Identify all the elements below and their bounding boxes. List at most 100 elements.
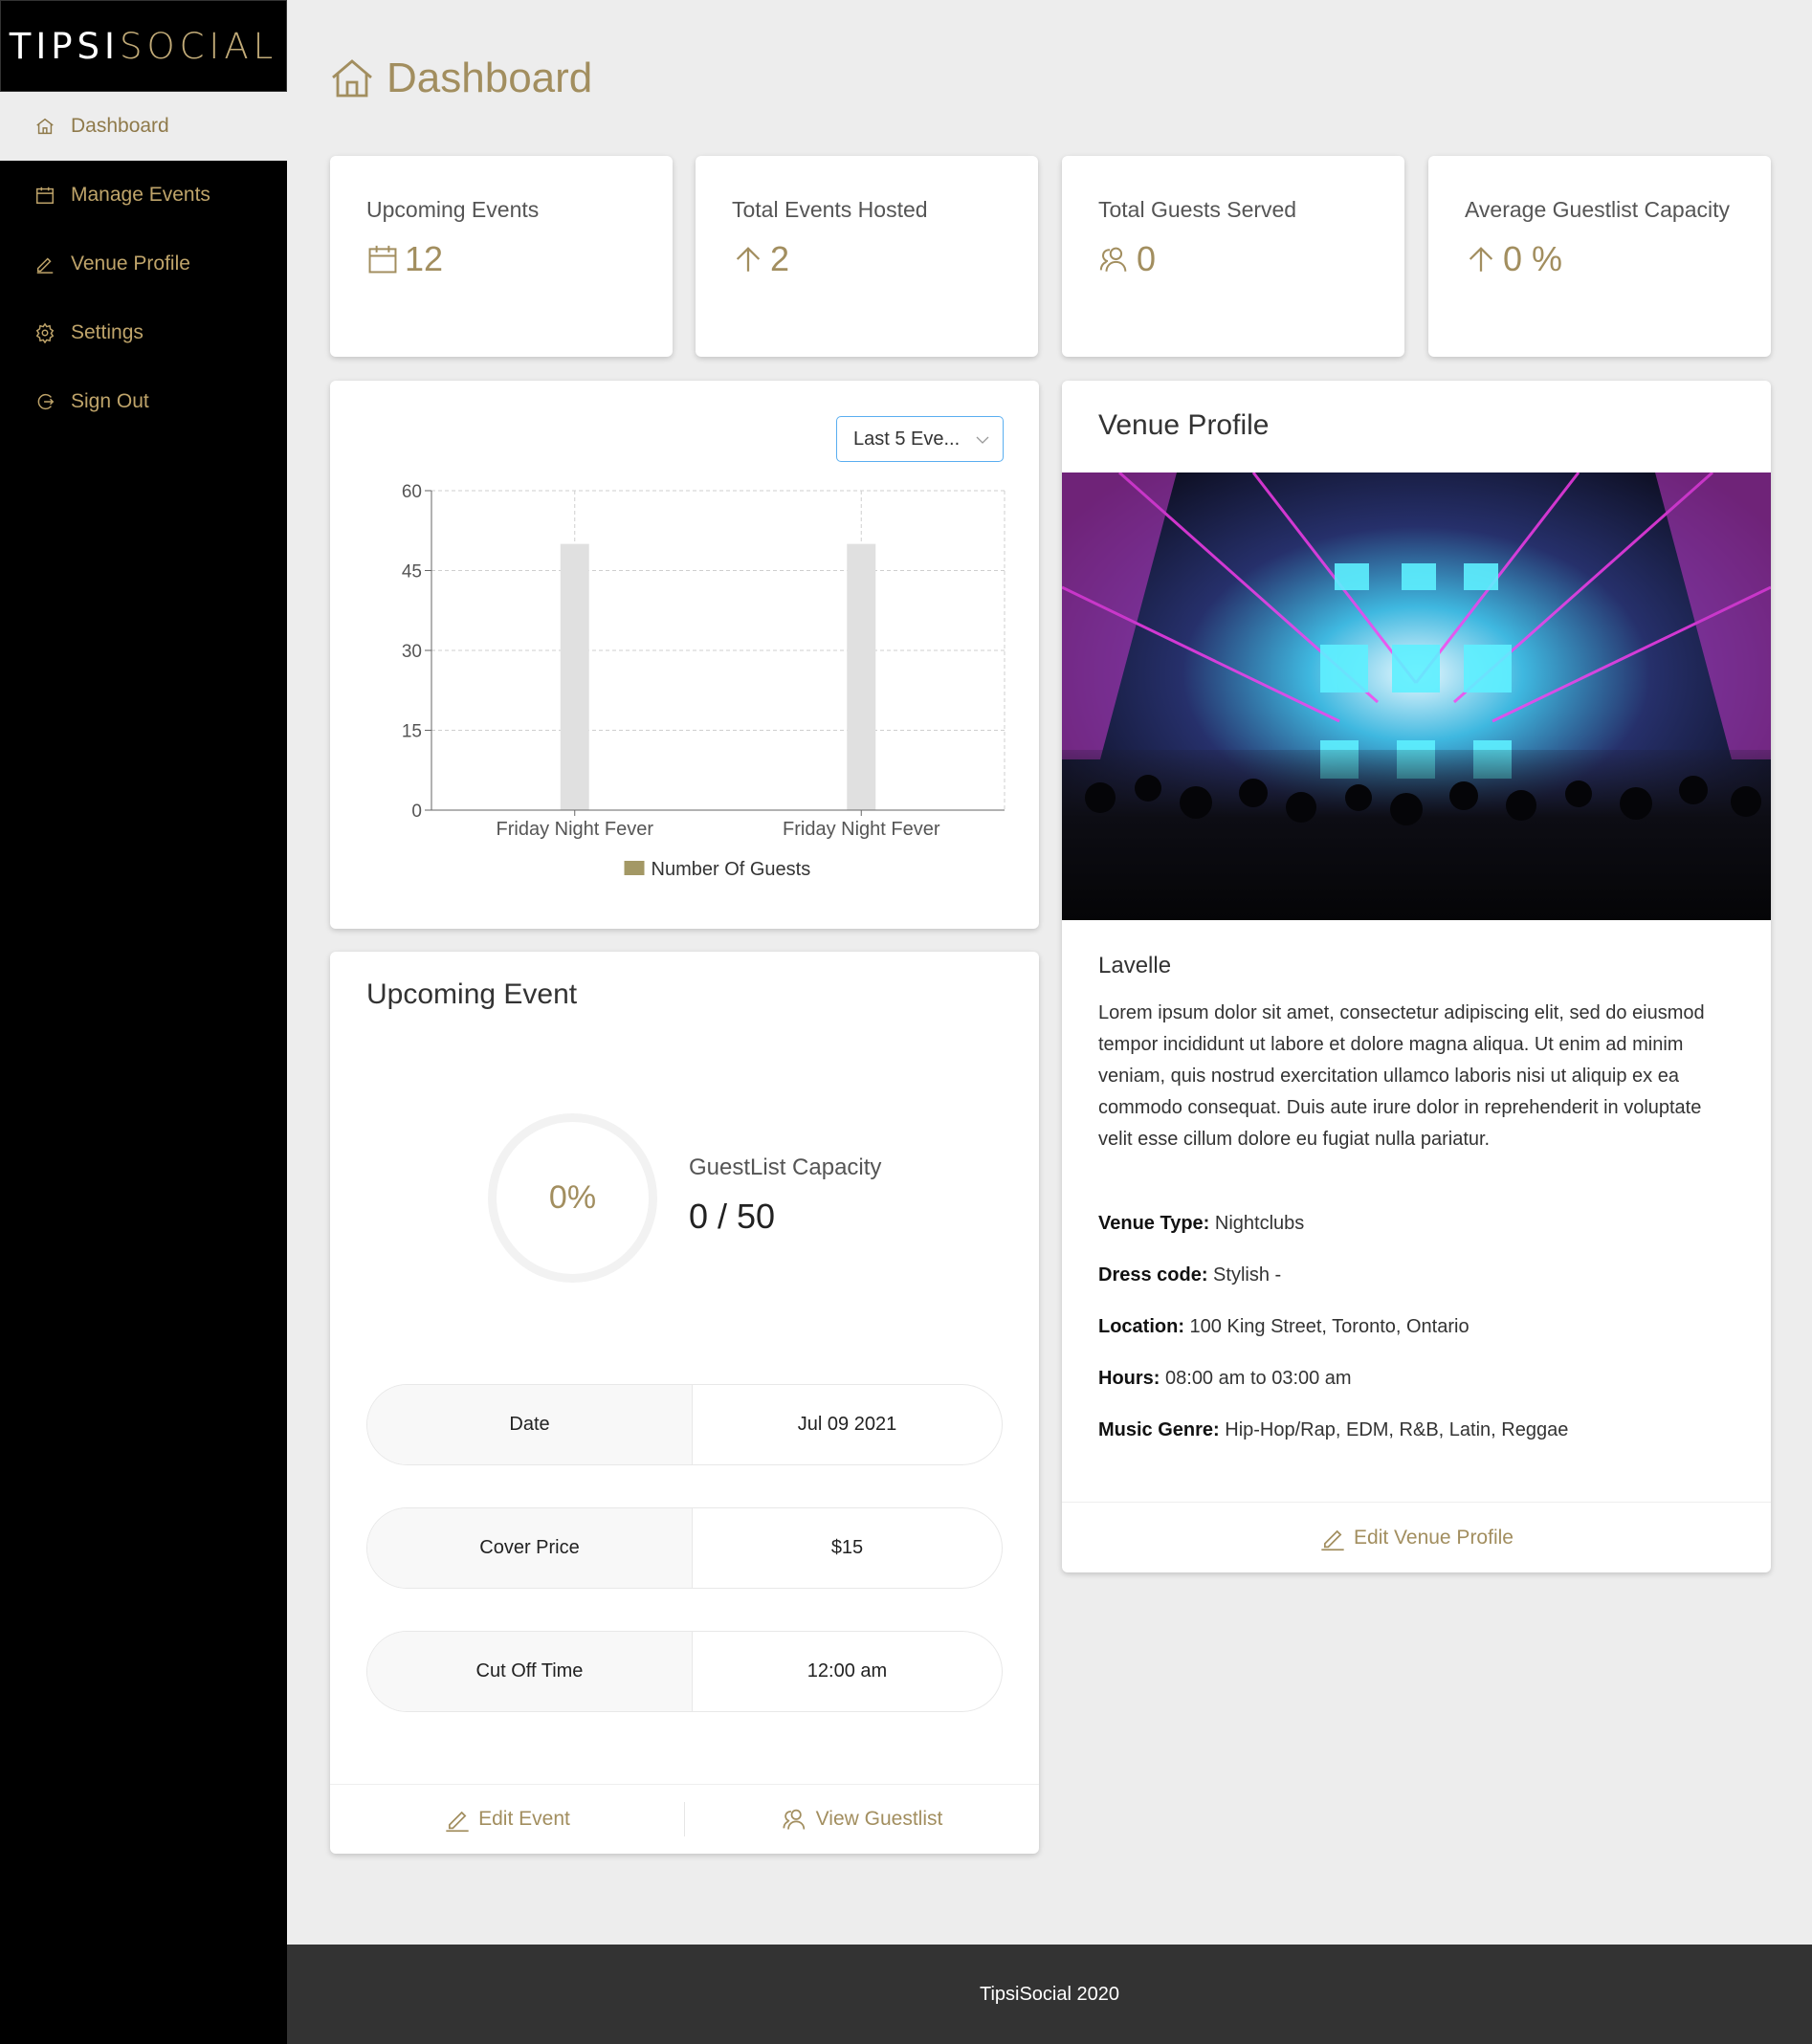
page-title-text: Dashboard: [387, 55, 593, 101]
capacity-label: GuestList Capacity: [689, 1154, 882, 1180]
row-value: $15: [830, 1537, 864, 1558]
legend-swatch: [624, 861, 645, 875]
gear-icon: [35, 322, 55, 343]
y-tick-label: 30: [402, 642, 422, 662]
stat-value: 2: [770, 239, 790, 278]
users-icon: [783, 1809, 805, 1830]
brand-logo-part2: SOCIAL: [119, 25, 278, 67]
capacity-progress-ring: 0%: [485, 1110, 660, 1286]
stat-value-row: 0 %: [1465, 239, 1735, 279]
stat-value-row: 0: [1098, 239, 1368, 279]
venue-photo: [1062, 473, 1771, 920]
stat-label: Average Guestlist Capacity: [1465, 197, 1730, 222]
field-value: Stylish -: [1207, 1264, 1282, 1286]
upcoming-event-card: Upcoming Event 0% GuestList Capacity 0 /…: [330, 952, 1039, 1854]
field-value: 08:00 am to 03:00 am: [1160, 1368, 1352, 1389]
sidebar-item-dashboard[interactable]: Dashboard: [0, 92, 287, 161]
view-guestlist-button[interactable]: View Guestlist: [685, 1785, 1039, 1854]
card-title: Venue Profile: [1098, 409, 1270, 441]
row-value: Jul 09 2021: [797, 1414, 897, 1435]
calendar-icon: [368, 245, 397, 274]
footer: TipsiSocial 2020: [287, 1945, 1812, 2044]
field-key: Hours:: [1098, 1368, 1160, 1389]
venue-dress-code-field: Dress code: Stylish -: [1098, 1264, 1281, 1286]
y-tick-label: 45: [402, 562, 422, 582]
row-key: Cover Price: [367, 1508, 693, 1588]
pencil-icon: [36, 257, 54, 274]
stat-label: Upcoming Events: [366, 197, 540, 222]
field-value: Nightclubs: [1209, 1213, 1305, 1234]
brand-logo-part1: TIPSI: [9, 25, 120, 67]
field-key: Location:: [1098, 1316, 1184, 1337]
x-tick-label: Friday Night Fever: [783, 819, 940, 840]
main-content: Dashboard Upcoming Events 12 Total Event…: [287, 0, 1812, 1945]
arrow-up-icon: [736, 247, 761, 272]
stat-card-upcoming-events: Upcoming Events 12: [330, 156, 673, 357]
legend-label: Number Of Guests: [652, 859, 811, 880]
sidebar-item-settings[interactable]: Settings: [0, 298, 287, 367]
brand-logo[interactable]: TIPSI SOCIAL: [0, 0, 287, 92]
sidebar-item-venue-profile[interactable]: Venue Profile: [0, 230, 287, 298]
stat-value: 12: [405, 239, 444, 278]
edit-event-button[interactable]: Edit Event: [330, 1785, 684, 1854]
calendar-icon: [36, 187, 54, 204]
stat-card-total-events-hosted: Total Events Hosted 2: [696, 156, 1038, 357]
sidebar: TIPSI SOCIAL Dashboard Manage Events Venu…: [0, 0, 287, 2044]
chart-bar: [560, 543, 589, 810]
stat-label: Total Guests Served: [1098, 197, 1297, 222]
edit-event-label: Edit Event: [478, 1808, 570, 1830]
home-icon: [36, 118, 54, 135]
sidebar-item-label: Dashboard: [71, 115, 169, 137]
stat-value: 0: [1137, 239, 1157, 278]
event-cover-price-row: Cover Price $15: [366, 1507, 1003, 1589]
y-tick-label: 0: [411, 802, 422, 822]
field-value: 100 King Street, Toronto, Ontario: [1184, 1316, 1469, 1337]
field-key: Music Genre:: [1098, 1419, 1220, 1440]
view-guestlist-label: View Guestlist: [815, 1808, 943, 1830]
y-tick-label: 15: [402, 722, 422, 742]
signout-icon: [37, 393, 55, 410]
home-icon: [332, 59, 372, 98]
card-title: Upcoming Event: [366, 978, 578, 1010]
sidebar-item-label: Settings: [71, 321, 144, 343]
edit-venue-profile-label: Edit Venue Profile: [1354, 1526, 1514, 1549]
venue-name: Lavelle: [1098, 953, 1172, 978]
chevron-down-icon: [976, 436, 989, 444]
stat-card-total-guests-served: Total Guests Served 0: [1062, 156, 1404, 357]
stat-value: 0 %: [1503, 239, 1563, 278]
progress-percent: 0%: [548, 1179, 597, 1216]
event-cutoff-time-row: Cut Off Time 12:00 am: [366, 1631, 1003, 1712]
row-key: Cut Off Time: [367, 1632, 693, 1711]
sidebar-item-sign-out[interactable]: Sign Out: [0, 367, 287, 436]
venue-description: Lorem ipsum dolor sit amet, consectetur …: [1098, 1002, 1705, 1150]
venue-location-field: Location: 100 King Street, Toronto, Onta…: [1098, 1316, 1469, 1338]
venue-type-field: Venue Type: Nightclubs: [1098, 1213, 1304, 1235]
y-tick-label: 60: [402, 482, 422, 502]
sidebar-item-label: Manage Events: [71, 184, 210, 206]
page-title: Dashboard: [329, 50, 592, 107]
capacity-value: 0 / 50: [689, 1197, 776, 1236]
venue-hours-field: Hours: 08:00 am to 03:00 am: [1098, 1368, 1352, 1390]
event-range-dropdown[interactable]: Last 5 Eve...: [836, 416, 1004, 462]
edit-venue-profile-button[interactable]: Edit Venue Profile: [1062, 1502, 1771, 1572]
arrow-up-icon: [1469, 247, 1493, 272]
guests-chart-card: 0 15 30 45 60 Friday Night Fever Friday Night …: [330, 381, 1039, 929]
pencil-icon: [1321, 1529, 1344, 1550]
field-key: Venue Type:: [1098, 1213, 1210, 1234]
chart-bar: [847, 543, 876, 810]
sidebar-item-label: Sign Out: [71, 390, 149, 412]
sidebar-item-manage-events[interactable]: Manage Events: [0, 161, 287, 230]
x-tick-label: Friday Night Fever: [497, 819, 654, 840]
dropdown-value: Last 5 Eve...: [853, 428, 961, 450]
pencil-icon: [446, 1811, 469, 1833]
row-value: 12:00 am: [807, 1660, 888, 1681]
sidebar-item-label: Venue Profile: [71, 253, 190, 275]
stat-value-row: 2: [732, 239, 1002, 279]
venue-profile-card: Venue Profile Lavelle Lorem ipsum dolor …: [1062, 381, 1771, 1572]
field-value: Hip-Hop/Rap, EDM, R&B, Latin, Reggae: [1219, 1419, 1569, 1440]
field-key: Dress code:: [1098, 1264, 1208, 1286]
footer-text: TipsiSocial 2020: [979, 1983, 1119, 2005]
users-icon: [1099, 247, 1127, 272]
event-date-row: Date Jul 09 2021: [366, 1384, 1003, 1465]
venue-music-genre-field: Music Genre: Hip-Hop/Rap, EDM, R&B, Lati…: [1098, 1419, 1568, 1441]
